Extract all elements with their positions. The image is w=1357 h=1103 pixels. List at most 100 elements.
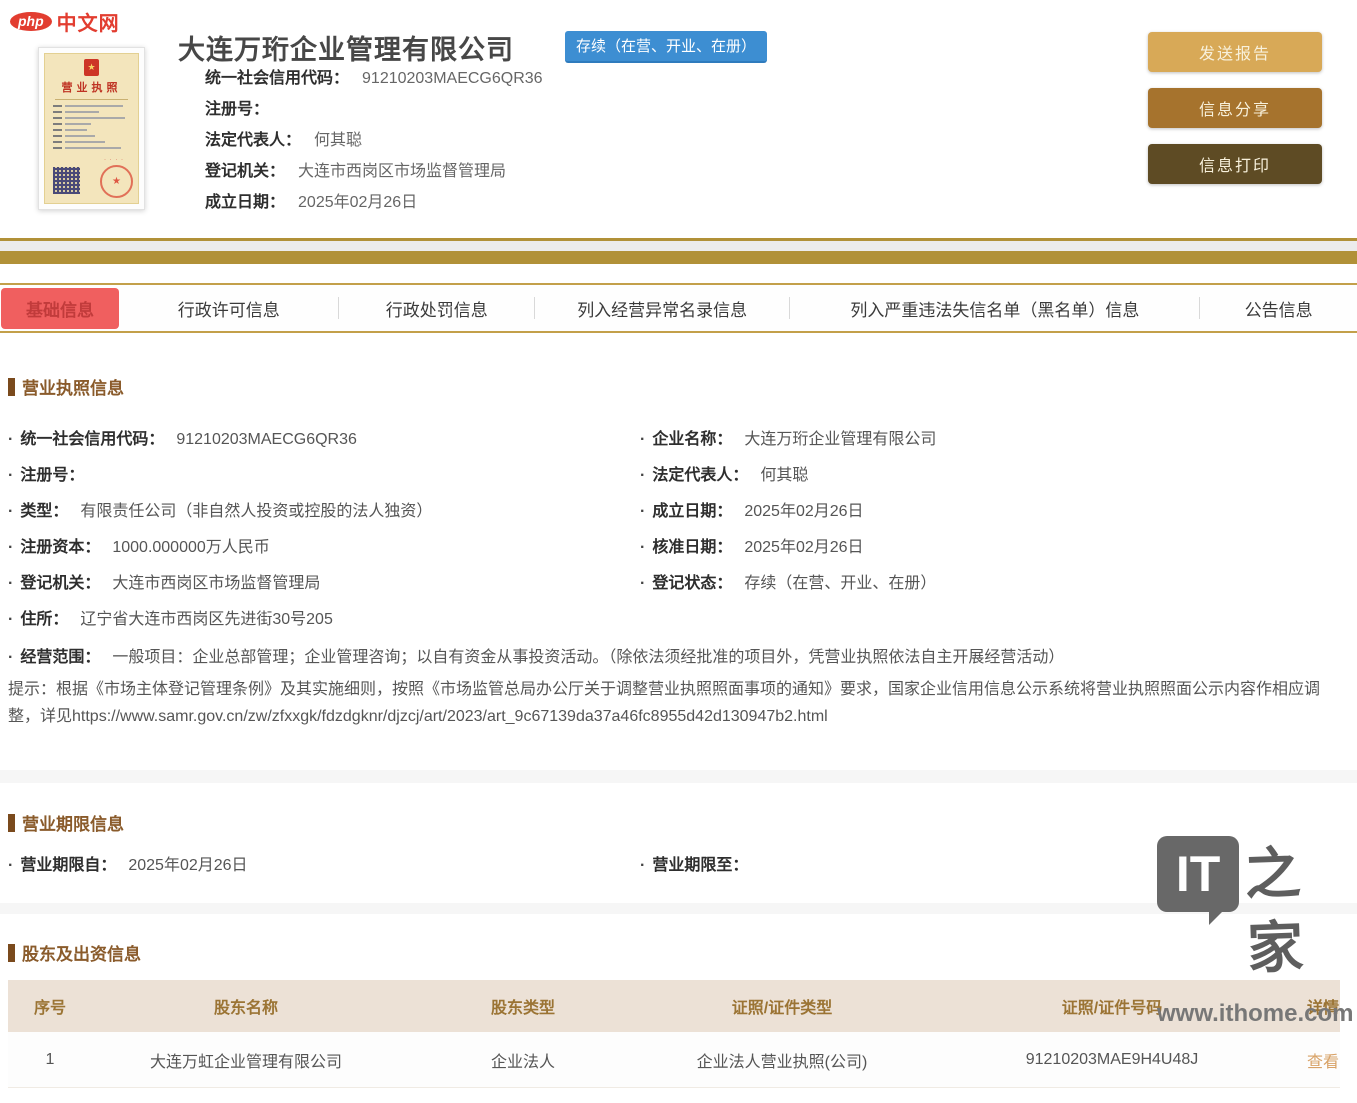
field-label: 注册号：: [205, 101, 269, 118]
license-info-right-column: 企业名称：大连万珩企业管理有限公司 法定代表人：何其聪 成立日期：2025年02…: [640, 430, 1340, 610]
field-value: 有限责任公司（非自然人投资或控股的法人独资）: [80, 503, 432, 520]
tab-abnormal-list-info[interactable]: 列入经营异常名录信息: [535, 296, 789, 321]
cell-shareholder-type: 企业法人: [400, 1048, 646, 1072]
field-value: 2025年02月26日: [744, 503, 863, 520]
business-scope-row: 经营范围：一般项目：企业总部管理；企业管理咨询；以自有资金从事投资活动。（除依法…: [8, 648, 1340, 668]
ithome-watermark: IT 之家 www.ithome.com: [1157, 836, 1357, 1028]
section-shareholders: 股东及出资信息 序号 股东名称 股东类型 证照/证件类型 证照/证件号码 详情 …: [8, 940, 1340, 965]
table-row: 1 大连万虹企业管理有限公司 企业法人 企业法人营业执照(公司) 9121020…: [8, 1032, 1340, 1088]
field-value: 2025年02月26日: [744, 539, 863, 556]
license-text-line: [53, 123, 130, 125]
status-badge: 存续（在营、开业、在册）: [565, 31, 767, 63]
field-label: 登记状态：: [652, 575, 732, 592]
section-title-text: 营业期限信息: [22, 810, 124, 835]
field-label: 营业期限至：: [652, 857, 748, 874]
field-label: 营业期限自：: [20, 857, 116, 874]
site-logo-text: 中文网: [57, 7, 120, 36]
field-company-type: 类型： 有限责任公司（非自然人投资或控股的法人独资）: [8, 502, 636, 522]
ithome-logo: IT 之家: [1157, 836, 1357, 984]
shareholders-table: 序号 股东名称 股东类型 证照/证件类型 证照/证件号码 详情 1 大连万虹企业…: [8, 980, 1340, 1088]
header-field-legal-rep: 法定代表人： 何其聪: [205, 131, 543, 151]
ithome-url-text: www.ithome.com: [1157, 1000, 1357, 1028]
cell-seq: 1: [8, 1051, 92, 1069]
field-value: 91210203MAECG6QR36: [176, 431, 357, 448]
license-divider: [55, 99, 128, 100]
section-term-info: 营业期限信息 营业期限自：2025年02月26日 营业期限至：: [8, 810, 1340, 835]
tab-admin-penalty-info[interactable]: 行政处罚信息: [339, 296, 534, 321]
field-reg-no: 注册号：: [8, 466, 636, 486]
field-label: 法定代表人：: [205, 132, 301, 149]
section-title-text: 营业执照信息: [22, 374, 124, 399]
qr-code-icon: [53, 167, 80, 194]
view-detail-link[interactable]: 查看: [1306, 1048, 1340, 1072]
field-term-from: 营业期限自：2025年02月26日: [8, 856, 636, 876]
field-label: 统一社会信用代码：: [20, 431, 164, 448]
header-field-establish-date: 成立日期： 2025年02月26日: [205, 193, 543, 213]
divider-gap: [0, 241, 1357, 251]
field-address: 住所：辽宁省大连市西岗区先进街30号205: [8, 610, 636, 630]
field-label: 经营范围：: [20, 649, 100, 666]
license-text-line: [53, 141, 130, 143]
tab-admin-license-info[interactable]: 行政许可信息: [119, 296, 338, 321]
section-title: 股东及出资信息: [8, 940, 1340, 965]
license-notice-text: 提示：根据《市场主体登记管理条例》及其实施细则，按照《市场监管总局办公厅关于调整…: [8, 676, 1338, 730]
license-text-line: [53, 147, 130, 149]
divider-band: [0, 251, 1357, 264]
field-value: 1000.000000万人民币: [112, 539, 269, 556]
table-header-row: 序号 股东名称 股东类型 证照/证件类型 证照/证件号码 详情: [8, 980, 1340, 1032]
license-text-line: [53, 135, 130, 137]
business-license-thumbnail: ★ 营业执照 · · · · ★: [38, 47, 145, 210]
section-marker-icon: [8, 814, 15, 832]
field-label: 统一社会信用代码：: [205, 70, 349, 87]
field-value: 何其聪: [314, 132, 362, 149]
site-logo[interactable]: php 中文网: [10, 7, 120, 36]
license-text-line: [53, 129, 130, 131]
field-label: 注册资本：: [20, 539, 100, 556]
field-label: 核准日期：: [652, 539, 732, 556]
license-stamp-label: · · · ·: [104, 157, 124, 163]
field-registered-capital: 注册资本： 1000.000000万人民币: [8, 538, 636, 558]
field-value: 2025年02月26日: [298, 194, 417, 211]
cell-cert-no: 91210203MAE9H4U48J: [918, 1051, 1306, 1069]
share-info-button[interactable]: 信息分享: [1148, 88, 1322, 128]
send-report-button[interactable]: 发送报告: [1148, 32, 1322, 72]
col-header-shareholder-name: 股东名称: [92, 994, 400, 1018]
field-company-name: 企业名称： 大连万珩企业管理有限公司: [640, 430, 1340, 450]
tab-announcement-info[interactable]: 公告信息: [1200, 296, 1357, 321]
tab-basic-info[interactable]: 基础信息: [1, 288, 119, 329]
header-field-reg-no: 注册号：: [205, 100, 543, 120]
action-buttons: 发送报告 信息分享 信息打印: [1148, 32, 1322, 200]
field-label: 企业名称：: [652, 431, 732, 448]
col-header-cert-type: 证照/证件类型: [646, 994, 918, 1018]
field-legal-rep: 法定代表人：何其聪: [640, 466, 1340, 486]
header-field-credit-code: 统一社会信用代码：91210203MAECG6QR36: [205, 69, 543, 89]
field-reg-authority: 登记机关：大连市西岗区市场监督管理局: [8, 574, 636, 594]
field-label: 登记机关：: [205, 163, 285, 180]
field-value: 存续（在营、开业、在册）: [744, 575, 936, 592]
section-title: 营业期限信息: [8, 810, 1340, 835]
license-title: 营业执照: [45, 79, 138, 95]
col-header-seq: 序号: [8, 994, 92, 1018]
section-separator: [0, 770, 1357, 783]
print-info-button[interactable]: 信息打印: [1148, 144, 1322, 184]
col-header-shareholder-type: 股东类型: [400, 994, 646, 1018]
field-value: 大连万珩企业管理有限公司: [744, 431, 936, 448]
license-text-line: [53, 105, 130, 107]
license-text-line: [53, 117, 130, 119]
field-label: 法定代表人：: [652, 467, 748, 484]
field-approval-date: 核准日期： 2025年02月26日: [640, 538, 1340, 558]
header-field-reg-authority: 登记机关：大连市西岗区市场监督管理局: [205, 162, 543, 182]
tab-blacklist-info[interactable]: 列入严重违法失信名单（黑名单）信息: [790, 296, 1199, 321]
field-label: 类型：: [20, 503, 68, 520]
license-text-line: [53, 111, 130, 113]
section-license-info: 营业执照信息 统一社会信用代码：91210203MAECG6QR36 注册号： …: [8, 374, 1340, 399]
section-title-text: 股东及出资信息: [22, 940, 141, 965]
field-label: 成立日期：: [205, 194, 285, 211]
red-seal-icon: ★: [100, 165, 133, 198]
field-reg-status: 登记状态： 存续（在营、开业、在册）: [640, 574, 1340, 594]
ithome-zhijia-text: 之家: [1244, 834, 1357, 986]
cell-shareholder-name: 大连万虹企业管理有限公司: [92, 1048, 400, 1072]
page-title: 大连万珩企业管理有限公司: [178, 28, 514, 67]
field-credit-code: 统一社会信用代码： 91210203MAECG6QR36: [8, 430, 636, 450]
cell-cert-type: 企业法人营业执照(公司): [646, 1048, 918, 1072]
